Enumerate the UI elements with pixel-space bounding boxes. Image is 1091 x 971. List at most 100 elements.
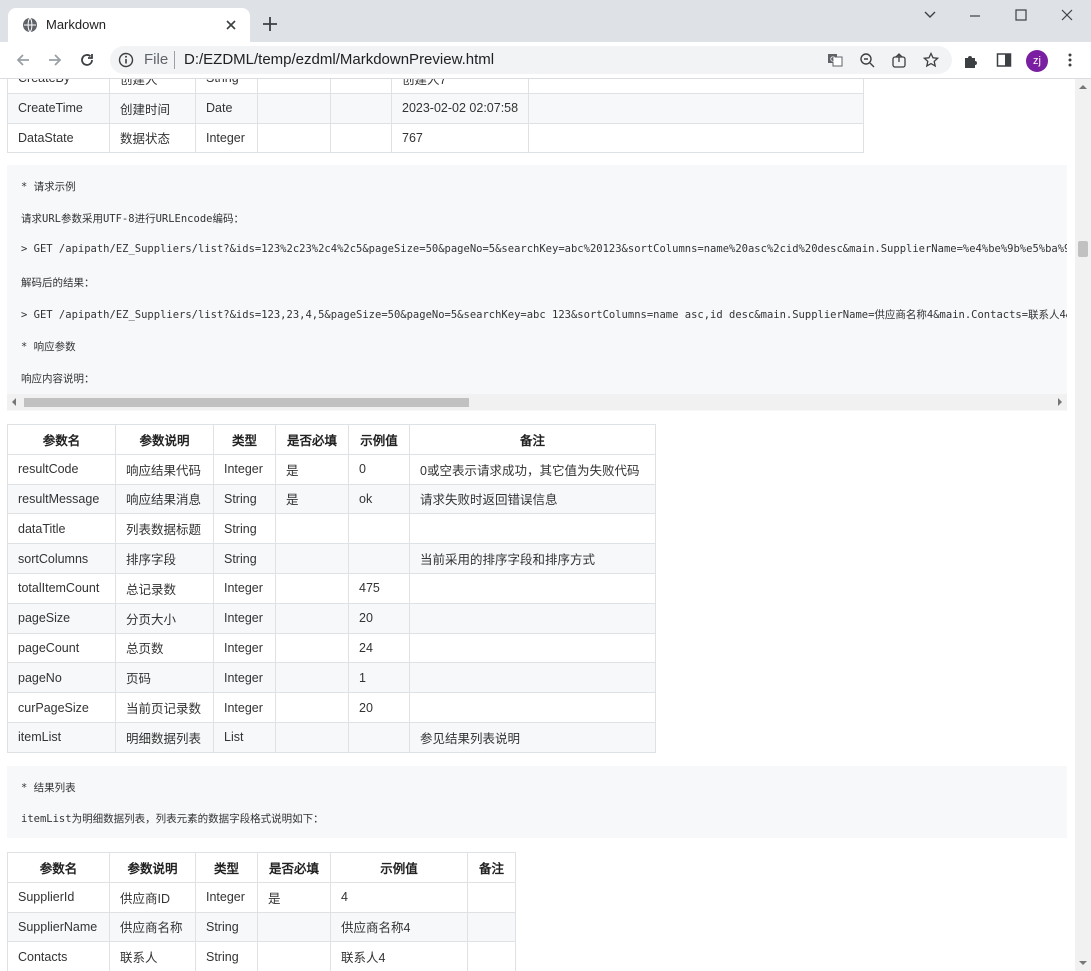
table-cell: CreateBy	[7, 79, 110, 94]
table-cell	[528, 122, 864, 154]
table-cell	[257, 92, 331, 124]
close-tab-icon[interactable]	[222, 16, 240, 34]
table-cell: 分页大小	[115, 602, 214, 634]
table-cell	[275, 513, 349, 545]
request-param-table: CreateBy创建人String 创建人7 CreateTime创建时间Date 2…	[7, 79, 864, 154]
table-cell	[409, 692, 656, 723]
table-cell	[467, 881, 516, 913]
heading-request-example: * 请求示例	[21, 181, 76, 193]
vertical-scroll-thumb[interactable]	[1078, 241, 1088, 257]
tab-strip: Markdown	[0, 0, 1091, 42]
table-cell: 创建时间	[109, 92, 196, 124]
table-cell: Integer	[213, 453, 276, 485]
browser-toolbar: File D:/EZDML/temp/ezdml/MarkdownPreview…	[0, 42, 1091, 79]
table-row: dataTitle 列表数据标题 String	[7, 513, 656, 545]
column-header: 是否必填	[257, 852, 331, 883]
share-icon[interactable]	[891, 52, 907, 68]
column-header: 参数名	[7, 852, 110, 883]
scroll-down-icon[interactable]	[1079, 959, 1087, 967]
table-row: curPageSize 当前页记录数 Integer 20	[7, 692, 656, 723]
table-cell: 参见结果列表说明	[409, 721, 656, 753]
table-cell: sortColumns	[7, 543, 116, 574]
table-cell: 数据状态	[109, 122, 196, 154]
bookmark-star-icon[interactable]	[923, 52, 939, 68]
table-cell	[409, 632, 656, 664]
table-cell: 20	[348, 692, 410, 723]
result-list-note: itemList为明细数据列表，列表元素的数据字段格式说明如下：	[21, 813, 324, 825]
table-row: totalItemCount 总记录数 Integer 475	[7, 572, 656, 604]
horizontal-scrollbar[interactable]	[7, 394, 1067, 410]
encoding-note: 请求URL参数采用UTF-8进行URLEncode编码：	[21, 213, 244, 225]
table-cell: totalItemCount	[7, 572, 116, 604]
table-cell: 0	[348, 453, 410, 485]
extensions-icon[interactable]	[963, 52, 979, 68]
table-cell	[409, 572, 656, 604]
forward-icon[interactable]	[46, 51, 64, 69]
table-row: SupplierName 供应商名称 String 供应商名称4	[7, 911, 516, 943]
menu-kebab-icon[interactable]	[1062, 52, 1078, 68]
decoded-request-line: > GET /apipath/EZ_Suppliers/list?&ids=12…	[21, 309, 1067, 321]
table-cell: Integer	[195, 881, 258, 913]
column-header: 备注	[467, 852, 516, 883]
table-cell: String	[195, 911, 258, 943]
table-row: itemList 明细数据列表 List 参见结果列表说明	[7, 721, 656, 753]
table-cell: 767	[390, 122, 530, 154]
table-row: CreateBy创建人String 创建人7	[7, 79, 864, 94]
maximize-icon[interactable]	[1012, 8, 1030, 22]
table-cell: 创建人	[109, 79, 196, 94]
table-cell: String	[213, 543, 276, 574]
table-cell: 当前采用的排序字段和排序方式	[409, 543, 656, 574]
scroll-left-icon[interactable]	[10, 398, 18, 406]
back-icon[interactable]	[14, 51, 32, 69]
table-cell: curPageSize	[7, 692, 116, 723]
table-cell: pageCount	[7, 632, 116, 664]
zoom-icon[interactable]	[859, 52, 875, 68]
url-text[interactable]: D:/EZDML/temp/ezdml/MarkdownPreview.html	[184, 51, 494, 68]
side-panel-icon[interactable]	[996, 52, 1012, 68]
column-header: 参数名	[7, 424, 116, 455]
item-list-table: 参数名 参数说明 类型 是否必填 示例值 备注 SupplierId 供应商ID Intege…	[7, 852, 516, 971]
horizontal-scroll-thumb[interactable]	[24, 398, 469, 407]
table-cell: SupplierId	[7, 881, 110, 913]
column-header: 类型	[195, 852, 258, 883]
close-window-icon[interactable]	[1058, 8, 1076, 22]
table-cell: Contacts	[7, 941, 110, 971]
table-cell: pageNo	[7, 662, 116, 694]
translate-icon[interactable]: G	[827, 52, 843, 68]
table-cell: 列表数据标题	[115, 513, 214, 545]
globe-icon	[23, 17, 37, 33]
profile-avatar[interactable]: zj	[1026, 50, 1048, 72]
table-cell: Integer	[213, 572, 276, 604]
table-row: pageCount 总页数 Integer 24	[7, 632, 656, 664]
table-cell: Integer	[213, 632, 276, 664]
table-cell	[467, 911, 516, 943]
scroll-up-icon[interactable]	[1079, 83, 1087, 91]
table-cell: dataTitle	[7, 513, 116, 545]
table-row: CreateTime 创建时间 Date 2023-02-02 02:07:58	[7, 92, 864, 124]
table-cell	[330, 79, 392, 94]
column-header: 类型	[213, 424, 276, 455]
encoded-request-line: > GET /apipath/EZ_Suppliers/list?&ids=12…	[21, 243, 1067, 255]
vertical-scrollbar[interactable]	[1075, 79, 1091, 971]
table-cell: 响应结果代码	[115, 453, 214, 485]
table-cell: 20	[348, 602, 410, 634]
table-cell	[275, 662, 349, 694]
scroll-right-icon[interactable]	[1056, 398, 1064, 406]
minimize-icon[interactable]	[966, 8, 984, 22]
table-cell: 4	[330, 881, 468, 913]
reload-icon[interactable]	[78, 51, 96, 69]
table-cell	[275, 721, 349, 753]
new-tab-icon[interactable]	[262, 16, 278, 32]
tab-search-icon[interactable]	[921, 8, 939, 22]
info-icon[interactable]	[118, 52, 134, 68]
heading-result-list: * 结果列表	[21, 782, 76, 794]
table-row: SupplierId 供应商ID Integer 是 4	[7, 881, 516, 913]
table-cell	[275, 692, 349, 723]
column-header: 参数说明	[115, 424, 214, 455]
svg-text:G: G	[830, 56, 835, 64]
tab-title: Markdown	[46, 17, 106, 32]
browser-tab[interactable]: Markdown	[8, 8, 250, 42]
table-cell: 总页数	[115, 632, 214, 664]
table-cell	[348, 721, 410, 753]
address-bar[interactable]: File D:/EZDML/temp/ezdml/MarkdownPreview…	[110, 46, 952, 74]
